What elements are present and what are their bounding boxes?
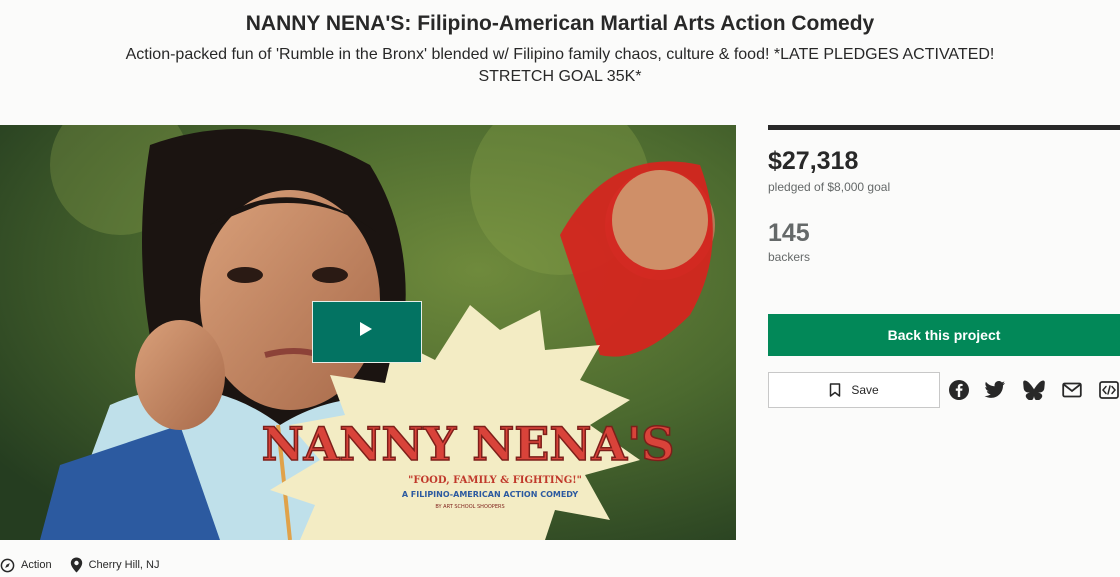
poster-subtitle: A FILIPINO-AMERICAN ACTION COMEDY (402, 490, 579, 499)
play-video-button[interactable] (312, 301, 422, 363)
category-label: Action (21, 559, 52, 571)
play-icon (360, 322, 372, 336)
location-label: Cherry Hill, NJ (88, 559, 160, 571)
pledged-goal-label: pledged of $8,000 goal (768, 180, 891, 194)
save-label: Save (851, 383, 879, 397)
bookmark-icon (830, 383, 841, 397)
bluesky-icon[interactable] (1023, 379, 1045, 401)
project-title: NANNY NENA'S: Filipino-American Martial … (245, 12, 875, 35)
category-link[interactable]: Action (0, 558, 52, 573)
location-link[interactable]: Cherry Hill, NJ (70, 557, 160, 573)
backers-label: backers (768, 250, 811, 264)
project-meta: Action Cherry Hill, NJ (0, 556, 177, 574)
poster-credit: BY ART SCHOOL SHOOPERS (435, 504, 504, 510)
funding-progress-bar (768, 125, 1120, 130)
back-project-button[interactable]: Back this project (768, 314, 1120, 356)
location-pin-icon (70, 557, 82, 573)
save-button[interactable]: Save (768, 372, 940, 408)
compass-icon (0, 558, 15, 572)
backers-count: 145 (768, 219, 810, 247)
facebook-icon[interactable] (948, 379, 970, 401)
project-video[interactable]: NANNY NENA'S "FOOD, FAMILY & FIGHTING!" … (0, 125, 736, 540)
project-blurb: Action-packed fun of 'Rumble in the Bron… (125, 46, 995, 85)
pledged-amount: $27,318 (768, 147, 859, 175)
poster-logo-text: NANNY NENA'S (262, 417, 675, 471)
email-icon[interactable] (1061, 379, 1083, 401)
poster-tagline: "FOOD, FAMILY & FIGHTING!" (408, 475, 582, 486)
twitter-icon[interactable] (984, 379, 1006, 401)
embed-icon[interactable] (1098, 379, 1120, 401)
